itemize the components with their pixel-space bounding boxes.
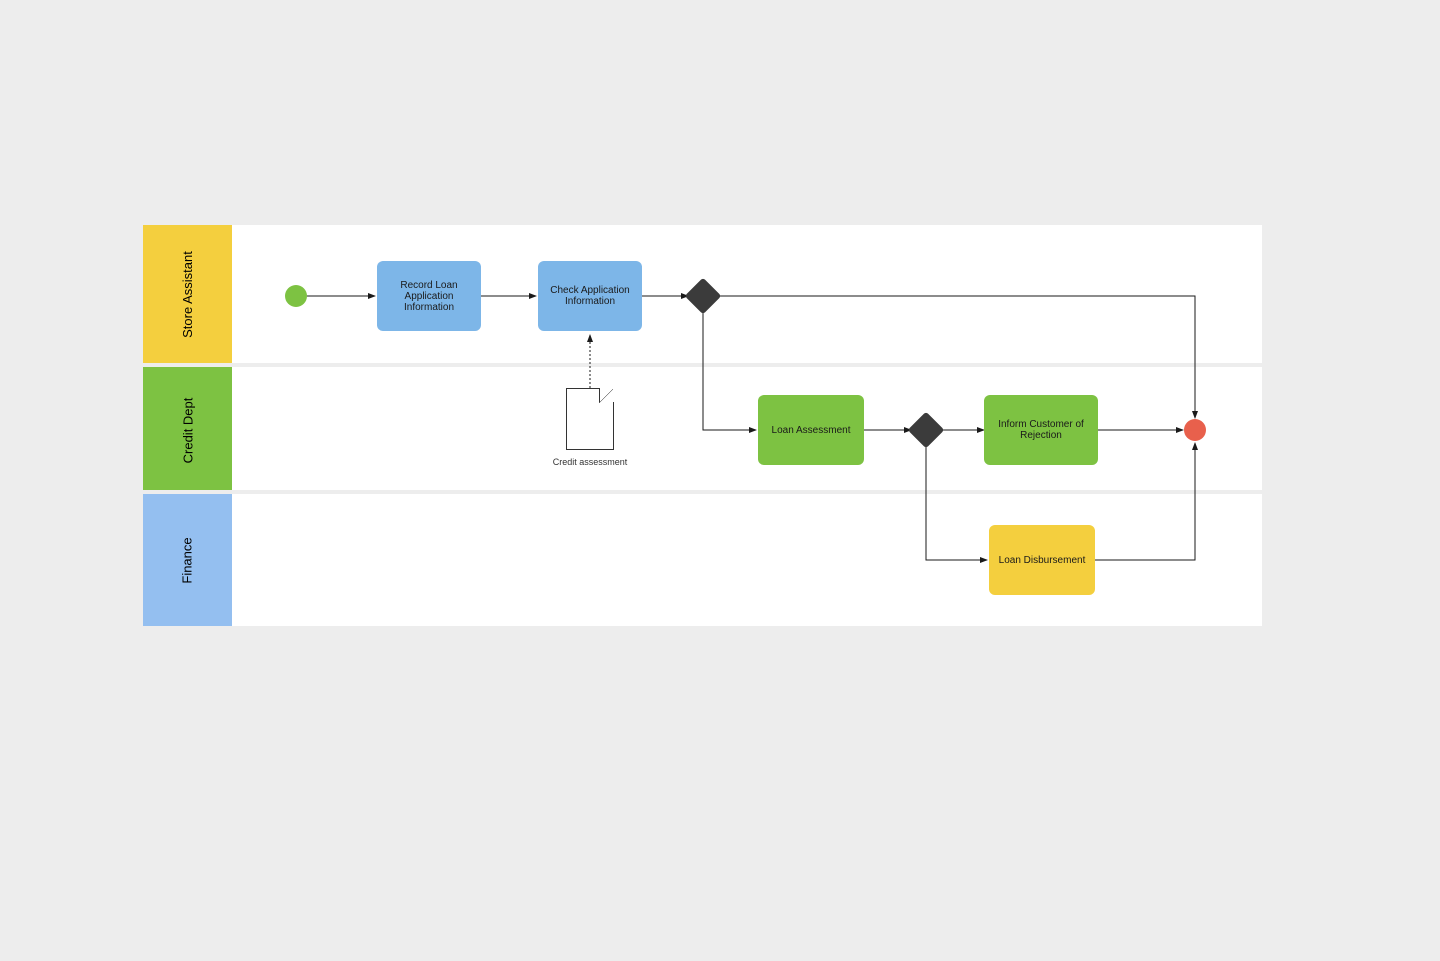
task-label: Loan Assessment [772, 425, 851, 436]
task-check-application[interactable]: Check Application Information [538, 261, 642, 331]
data-object-label: Credit assessment [530, 457, 650, 467]
lane-header-finance: Finance [143, 494, 232, 626]
task-label: Loan Disbursement [999, 555, 1086, 566]
lane-label: Store Assistant [180, 251, 195, 338]
task-label: Record Loan Application Information [383, 280, 475, 313]
lane-label: Credit Dept [180, 398, 195, 464]
task-loan-disbursement[interactable]: Loan Disbursement [989, 525, 1095, 595]
task-label: Inform Customer of Rejection [990, 419, 1092, 441]
task-record-loan-application[interactable]: Record Loan Application Information [377, 261, 481, 331]
bpmn-pool: Store Assistant Credit Dept Finance [143, 225, 1262, 626]
lane-divider [143, 490, 1262, 494]
lane-label: Finance [180, 537, 195, 583]
task-label: Check Application Information [544, 285, 636, 307]
start-event[interactable] [285, 285, 307, 307]
lane-divider [143, 363, 1262, 367]
gateway-assessment-decision[interactable] [908, 412, 945, 449]
lane-header-store-assistant: Store Assistant [143, 225, 232, 363]
lane-header-credit-dept: Credit Dept [143, 367, 232, 494]
task-loan-assessment[interactable]: Loan Assessment [758, 395, 864, 465]
end-event[interactable] [1184, 419, 1206, 441]
gateway-application-decision[interactable] [685, 278, 722, 315]
data-object-credit-assessment[interactable] [566, 388, 614, 450]
task-inform-rejection[interactable]: Inform Customer of Rejection [984, 395, 1098, 465]
